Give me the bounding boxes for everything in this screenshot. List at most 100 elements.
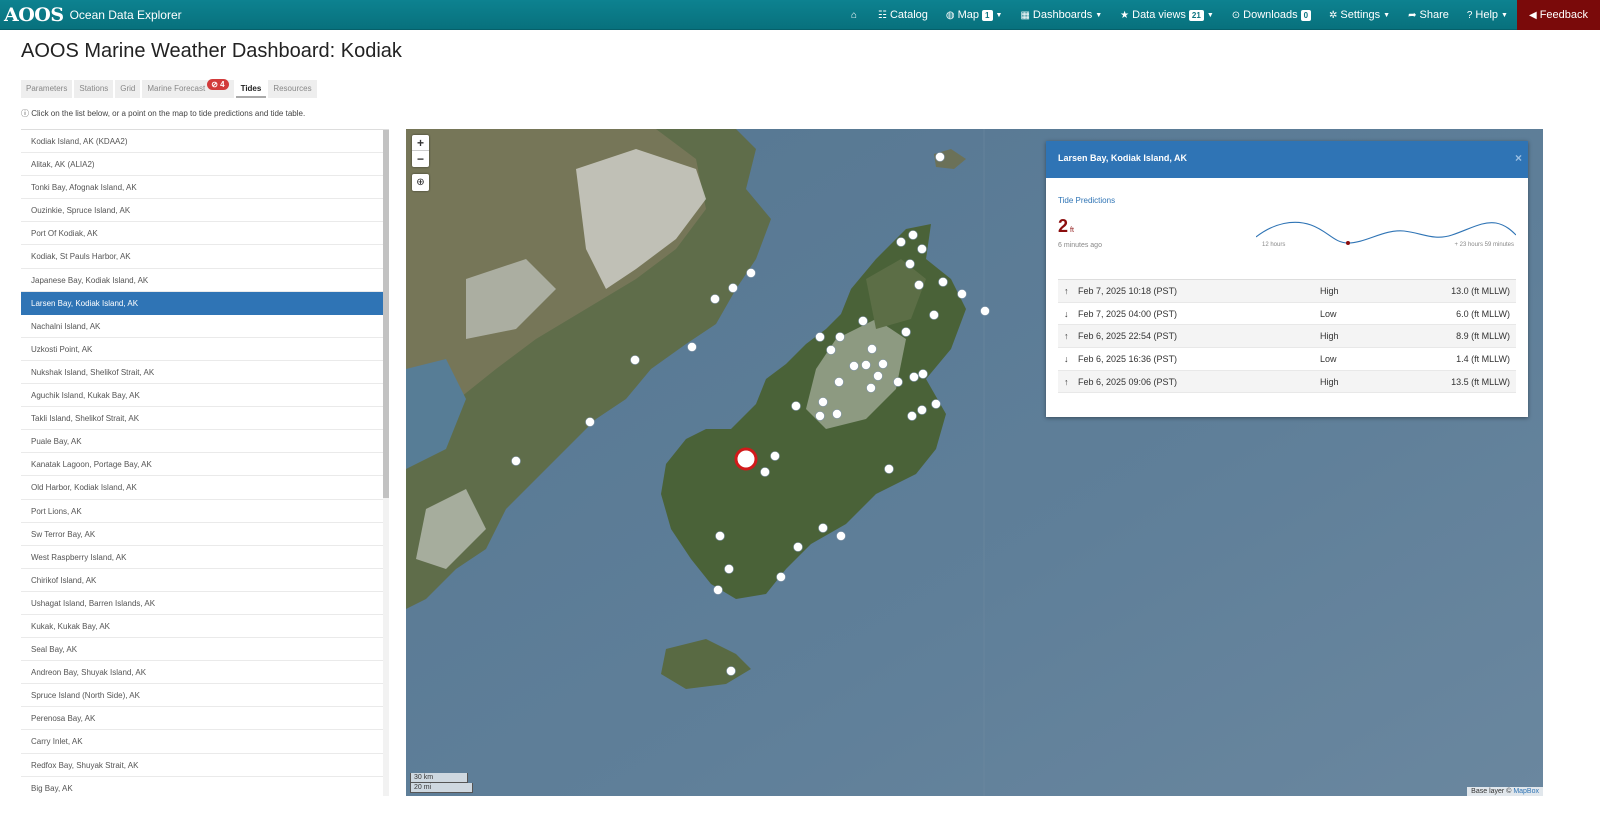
tab-marine-forecast[interactable]: Marine Forecast ⊘ 4 [142, 79, 234, 98]
station-marker[interactable] [832, 409, 842, 419]
station-marker[interactable] [908, 230, 918, 240]
station-marker[interactable] [849, 361, 859, 371]
station-list-item[interactable]: Andreon Bay, Shuyak Island, AK [21, 661, 383, 685]
station-marker[interactable] [826, 345, 836, 355]
station-marker[interactable] [917, 405, 927, 415]
station-marker[interactable] [793, 542, 803, 552]
station-marker[interactable] [511, 456, 521, 466]
station-list-item[interactable]: Spruce Island (North Side), AK [21, 684, 383, 708]
station-marker[interactable] [791, 401, 801, 411]
station-marker[interactable] [713, 585, 723, 595]
station-marker[interactable] [918, 369, 928, 379]
station-list-item[interactable]: Kukak, Kukak Bay, AK [21, 615, 383, 639]
scrollbar-thumb[interactable] [383, 130, 389, 498]
station-list-item[interactable]: Port Of Kodiak, AK [21, 222, 383, 246]
station-list-item[interactable]: Kanatak Lagoon, Portage Bay, AK [21, 453, 383, 477]
station-list-item[interactable]: Port Lions, AK [21, 500, 383, 523]
station-list-item[interactable]: Big Bay, AK [21, 777, 383, 796]
tab-tides[interactable]: Tides [235, 80, 267, 98]
station-marker[interactable] [909, 372, 919, 382]
station-marker[interactable] [866, 383, 876, 393]
nav-item-share[interactable]: ➦ Share [1399, 0, 1458, 30]
mapbox-link[interactable]: MapBox [1513, 788, 1539, 795]
station-marker[interactable] [710, 294, 720, 304]
station-list-item[interactable]: Nukshak Island, Shelikof Strait, AK [21, 361, 383, 385]
tide-predictions-link[interactable]: Tide Predictions [1058, 196, 1115, 205]
close-icon[interactable]: × [1515, 141, 1522, 175]
station-list-scrollbar[interactable] [383, 130, 389, 796]
station-list-item[interactable]: Tonki Bay, Afognak Island, AK [21, 176, 383, 200]
station-marker[interactable] [917, 244, 927, 254]
station-marker[interactable] [836, 531, 846, 541]
selected-station-marker[interactable] [734, 447, 758, 471]
station-marker[interactable] [726, 666, 736, 676]
station-marker[interactable] [835, 332, 845, 342]
station-list-item[interactable]: Alitak, AK (ALIA2) [21, 153, 383, 177]
station-marker[interactable] [929, 310, 939, 320]
station-marker[interactable] [724, 564, 734, 574]
station-marker[interactable] [957, 289, 967, 299]
station-marker[interactable] [815, 411, 825, 421]
tab-parameters[interactable]: Parameters [21, 80, 73, 98]
station-marker[interactable] [818, 523, 828, 533]
nav-item-downloads[interactable]: ⊙ Downloads 0 [1223, 0, 1320, 30]
nav-item-map[interactable]: ◍ Map 1 ▼ [937, 0, 1012, 30]
station-marker[interactable] [896, 237, 906, 247]
station-list-item[interactable]: Larsen Bay, Kodiak Island, AK [21, 291, 383, 315]
station-marker[interactable] [585, 417, 595, 427]
station-list-item[interactable]: Carry Inlet, AK [21, 730, 383, 754]
station-marker[interactable] [630, 355, 640, 365]
nav-item-dashboards[interactable]: ▦ Dashboards ▼ [1011, 0, 1111, 30]
station-list-item[interactable]: West Raspberry Island, AK [21, 546, 383, 569]
station-marker[interactable] [776, 572, 786, 582]
station-marker[interactable] [938, 277, 948, 287]
station-list-item[interactable]: Redfox Bay, Shuyak Strait, AK [21, 754, 383, 777]
station-list-item[interactable]: Ouzinkie, Spruce Island, AK [21, 199, 383, 223]
nav-item-feedback[interactable]: ◀ Feedback [1516, 0, 1600, 30]
nav-item-catalog[interactable]: ☷ Catalog [869, 0, 937, 30]
station-marker[interactable] [861, 360, 871, 370]
brand[interactable]: AOOS Ocean Data Explorer [4, 3, 182, 27]
station-marker[interactable] [728, 283, 738, 293]
station-marker[interactable] [715, 531, 725, 541]
zoom-out-button[interactable]: − [412, 151, 429, 167]
station-marker[interactable] [905, 259, 915, 269]
nav-item-data-views[interactable]: ★ Data views 21 ▼ [1111, 0, 1223, 30]
zoom-in-button[interactable]: + [412, 135, 429, 151]
station-list-item[interactable]: Puale Bay, AK [21, 430, 383, 454]
nav-item-settings[interactable]: ✲ Settings ▼ [1320, 0, 1399, 30]
station-list-item[interactable]: Uzkosti Point, AK [21, 338, 383, 361]
station-marker[interactable] [746, 268, 756, 278]
station-marker[interactable] [901, 327, 911, 337]
station-list-item[interactable]: Japanese Bay, Kodiak Island, AK [21, 269, 383, 292]
station-list-item[interactable]: Ushagat Island, Barren Islands, AK [21, 592, 383, 615]
station-marker[interactable] [884, 464, 894, 474]
station-marker[interactable] [907, 411, 917, 421]
station-list-item[interactable]: Aguchik Island, Kukak Bay, AK [21, 384, 383, 408]
tab-resources[interactable]: Resources [268, 80, 317, 98]
station-marker[interactable] [878, 359, 888, 369]
zoom-box-icon[interactable]: ⊕ [412, 174, 429, 191]
nav-item-help[interactable]: ? Help ▼ [1458, 0, 1517, 30]
station-marker[interactable] [935, 152, 945, 162]
station-marker[interactable] [858, 316, 868, 326]
station-marker[interactable] [931, 399, 941, 409]
tab-stations[interactable]: Stations [74, 80, 114, 98]
station-list-item[interactable]: Old Harbor, Kodiak Island, AK [21, 476, 383, 500]
station-list-item[interactable]: Nachalni Island, AK [21, 315, 383, 338]
station-list-item[interactable]: Kodiak, St Pauls Harbor, AK [21, 245, 383, 269]
station-marker[interactable] [893, 377, 903, 387]
station-list-item[interactable]: Seal Bay, AK [21, 638, 383, 662]
map-view[interactable]: + − ⊕ 30 km 20 mi Base layer © MapBox La… [406, 129, 1543, 796]
tab-grid[interactable]: Grid [115, 80, 141, 98]
station-marker[interactable] [815, 332, 825, 342]
station-marker[interactable] [834, 377, 844, 387]
station-list-item[interactable]: Perenosa Bay, AK [21, 707, 383, 731]
station-marker[interactable] [760, 467, 770, 477]
station-list-item[interactable]: Chirikof Island, AK [21, 569, 383, 592]
station-marker[interactable] [867, 344, 877, 354]
station-list-item[interactable]: Takli Island, Shelikof Strait, AK [21, 407, 383, 431]
station-marker[interactable] [818, 397, 828, 407]
station-marker[interactable] [873, 371, 883, 381]
station-marker[interactable] [687, 342, 697, 352]
